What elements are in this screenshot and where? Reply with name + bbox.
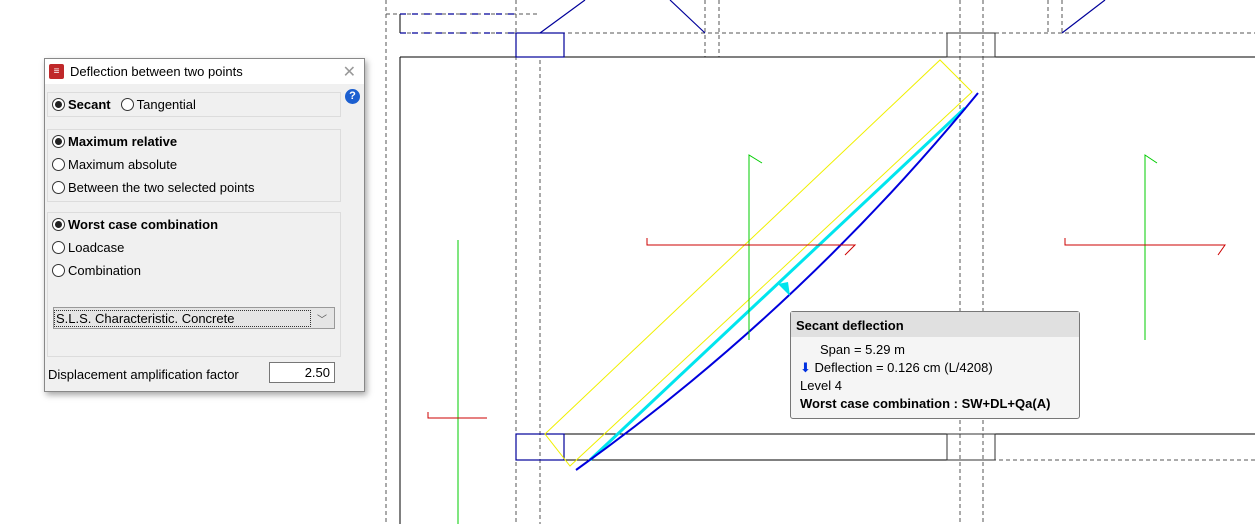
amplification-input[interactable]: 2.50: [269, 362, 335, 383]
chevron-down-icon: ﹀: [317, 314, 327, 326]
radio-between-points[interactable]: Between the two selected points: [48, 176, 340, 199]
deflection-tooltip: Secant deflection Span = 5.29 m ⬇ Deflec…: [790, 311, 1080, 419]
method-group: Secant Tangential: [47, 92, 341, 117]
radio-secant[interactable]: Secant: [48, 93, 111, 116]
tooltip-combination: Worst case combination : SW+DL+Qa(A): [800, 396, 1051, 411]
dialog-titlebar[interactable]: ≡ Deflection between two points ✕: [45, 59, 364, 84]
slab-edges: [399, 14, 1255, 524]
close-icon[interactable]: ✕: [343, 62, 356, 82]
combination-select[interactable]: S.L.S. Characteristic. Concrete ﹀: [53, 307, 335, 329]
app-icon: ≡: [49, 64, 64, 79]
radio-maximum-relative[interactable]: Maximum relative: [48, 130, 340, 153]
radio-combination[interactable]: Combination: [48, 259, 340, 282]
radio-loadcase[interactable]: Loadcase: [48, 236, 340, 259]
deflection-arrow-icon: [778, 282, 790, 296]
type-group: Maximum relative Maximum absolute Betwee…: [47, 129, 341, 202]
arrow-down-icon: ⬇: [800, 360, 811, 375]
tooltip-level: Level 4: [800, 378, 842, 393]
column-section: [946, 32, 996, 58]
radio-worst-case[interactable]: Worst case combination: [48, 213, 340, 236]
radio-maximum-absolute[interactable]: Maximum absolute: [48, 153, 340, 176]
column-section: [946, 433, 996, 461]
tooltip-span: Span = 5.29 m: [820, 342, 905, 357]
tooltip-deflection: Deflection = 0.126 cm (L/4208): [814, 360, 993, 375]
dialog-title: Deflection between two points: [70, 64, 243, 79]
load-group: Worst case combination Loadcase Combinat…: [47, 212, 341, 357]
amplification-label: Displacement amplification factor: [48, 367, 239, 382]
tooltip-title: Secant deflection: [791, 312, 1079, 337]
deflection-dialog: ≡ Deflection between two points ✕ ? Seca…: [44, 58, 365, 392]
tooltip-deflection-row: ⬇ Deflection = 0.126 cm (L/4208): [791, 359, 1079, 377]
radio-tangential[interactable]: Tangential: [111, 93, 196, 116]
help-icon[interactable]: ?: [345, 89, 360, 104]
